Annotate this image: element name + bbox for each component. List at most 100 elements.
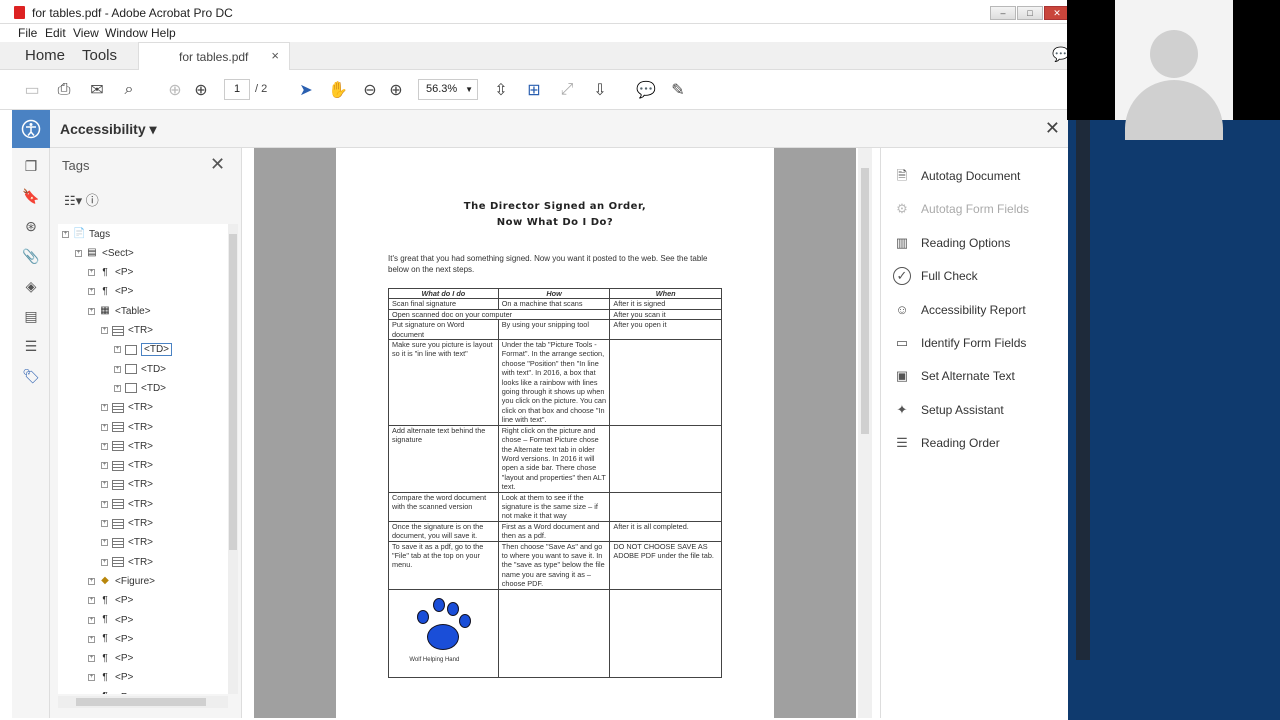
attachment-icon[interactable]: 📎 xyxy=(22,248,40,266)
expand-icon[interactable]: + xyxy=(88,269,95,277)
zoom-select[interactable]: 56.3% ▼ xyxy=(418,79,478,100)
full-screen-icon[interactable]: ⤢ xyxy=(557,80,577,100)
tab-document[interactable]: for tables.pdf × xyxy=(138,42,290,71)
comment-tool-icon[interactable]: 💬 xyxy=(636,80,656,100)
pen-tool-icon[interactable]: ✎ xyxy=(668,80,688,100)
expand-icon[interactable]: + xyxy=(101,539,108,547)
email-icon[interactable]: ✉ xyxy=(87,80,107,100)
expand-icon[interactable]: + xyxy=(101,558,108,566)
tag-node[interactable]: + <TR> xyxy=(101,458,153,474)
tag-node[interactable]: + <TR> xyxy=(101,535,153,551)
tag-node[interactable]: + <TR> xyxy=(101,516,153,532)
expand-icon[interactable]: + xyxy=(101,327,108,334)
close-tab-icon[interactable]: × xyxy=(271,48,279,63)
menu-file[interactable]: File xyxy=(18,26,37,40)
expand-icon[interactable]: + xyxy=(101,500,108,508)
scroll-mode-icon[interactable]: ⇩ xyxy=(590,80,610,100)
search-icon[interactable]: ⌕ xyxy=(119,80,139,100)
tag-node[interactable]: +¶<P> xyxy=(88,631,133,647)
expand-icon[interactable]: + xyxy=(88,577,95,585)
zoom-in-icon[interactable]: ⊕ xyxy=(386,80,406,100)
tag-node[interactable]: +¶<P> xyxy=(88,593,133,609)
layers-icon[interactable]: ◈ xyxy=(22,278,40,296)
accessibility-check-icon[interactable]: ⊛ xyxy=(22,218,40,236)
tag-node[interactable]: +¶<P> xyxy=(88,670,133,686)
expand-icon[interactable]: + xyxy=(114,384,121,392)
zoom-out-icon[interactable]: ⊖ xyxy=(360,80,380,100)
tab-home[interactable]: Home xyxy=(25,47,65,64)
close-tool-icon[interactable]: ✕ xyxy=(1045,118,1060,139)
tags-icon[interactable]: 🏷 xyxy=(22,368,40,386)
tag-node[interactable]: + <TR> xyxy=(101,477,153,493)
select-tool-icon[interactable]: ➤ xyxy=(296,80,316,100)
menu-help[interactable]: Help xyxy=(151,26,176,40)
tag-node[interactable]: +¶<P> xyxy=(88,689,133,694)
expand-icon[interactable]: + xyxy=(88,674,95,682)
tree-horizontal-scrollbar[interactable] xyxy=(58,696,228,708)
expand-icon[interactable]: + xyxy=(75,249,82,257)
tool-item[interactable]: ✓ Full Check xyxy=(893,266,978,286)
print-icon[interactable]: ⎙ xyxy=(54,80,74,100)
tag-node[interactable]: +¶<P> xyxy=(88,651,133,667)
tag-node[interactable]: + <TD> xyxy=(114,361,166,377)
expand-icon[interactable]: + xyxy=(88,616,95,624)
expand-icon[interactable]: + xyxy=(62,230,69,238)
tool-item[interactable]: ▣ Set Alternate Text xyxy=(893,366,1015,386)
minimize-button[interactable]: ‒ xyxy=(990,6,1016,20)
expand-icon[interactable]: + xyxy=(101,520,108,527)
expand-icon[interactable]: + xyxy=(101,404,108,412)
scroll-thumb[interactable] xyxy=(76,698,206,706)
maximize-button[interactable]: □ xyxy=(1017,6,1043,20)
tree-vertical-scrollbar[interactable] xyxy=(228,224,238,694)
bookmark-icon[interactable]: 🔖 xyxy=(22,188,40,206)
expand-icon[interactable]: + xyxy=(101,481,108,489)
page-thumbnails-icon[interactable]: ❐ xyxy=(22,158,40,176)
tool-item[interactable]: ▭ Identify Form Fields xyxy=(893,333,1027,353)
content-icon[interactable]: ▤ xyxy=(22,308,40,326)
expand-icon[interactable]: + xyxy=(88,597,95,605)
tag-node[interactable]: + <TR> xyxy=(101,400,153,416)
tag-node[interactable]: + ▤ <Sect> xyxy=(75,245,134,261)
expand-icon[interactable]: + xyxy=(88,655,95,663)
tag-node[interactable]: + <TR> xyxy=(101,554,153,570)
expand-icon[interactable]: + xyxy=(101,462,108,470)
expand-icon[interactable]: + xyxy=(101,423,108,431)
previous-page-icon[interactable]: ⊕ xyxy=(165,80,185,100)
close-panel-icon[interactable]: ✕ xyxy=(210,154,225,175)
scroll-thumb[interactable] xyxy=(229,234,237,550)
tag-node[interactable]: + <TR> xyxy=(101,438,153,454)
expand-icon[interactable]: + xyxy=(101,442,108,450)
tag-node[interactable]: +¶<P> xyxy=(88,612,133,628)
tag-node[interactable]: + <TD> xyxy=(114,342,173,358)
tool-item[interactable]: ☰ Reading Order xyxy=(893,433,1000,453)
expand-icon[interactable]: + xyxy=(88,288,95,296)
tool-item[interactable]: ☺ Accessibility Report xyxy=(893,300,1025,320)
next-page-icon[interactable]: ⊕ xyxy=(191,80,211,100)
options-menu-icon[interactable]: ☷▾ ⓘ xyxy=(64,190,99,209)
menu-window[interactable]: Window xyxy=(105,26,148,40)
tag-node[interactable]: +¶<P> xyxy=(88,265,133,281)
save-icon[interactable]: ▭ xyxy=(22,80,42,100)
page-number-input[interactable]: 1 xyxy=(224,79,250,100)
order-icon[interactable]: ☰ xyxy=(22,338,40,356)
menu-view[interactable]: View xyxy=(73,26,99,40)
menu-edit[interactable]: Edit xyxy=(45,26,66,40)
tag-node[interactable]: + <TR> xyxy=(101,323,153,339)
expand-icon[interactable]: + xyxy=(114,346,121,354)
tool-item[interactable]: ✦ Setup Assistant xyxy=(893,400,1004,420)
tag-node[interactable]: + <TD> xyxy=(114,380,166,396)
tab-tools[interactable]: Tools xyxy=(82,47,117,64)
expand-icon[interactable]: + xyxy=(114,365,121,373)
tool-item[interactable]: ▥ Reading Options xyxy=(893,233,1011,253)
accessibility-title[interactable]: Accessibility ▾ xyxy=(60,121,157,138)
tag-node[interactable]: + ▦ <Table> xyxy=(88,303,151,319)
document-vertical-scrollbar[interactable] xyxy=(858,148,872,718)
fit-width-icon[interactable]: ⊞ xyxy=(524,80,544,100)
tag-node[interactable]: + <TR> xyxy=(101,419,153,435)
tag-node[interactable]: +¶<P> xyxy=(88,284,133,300)
tag-node[interactable]: + <TR> xyxy=(101,496,153,512)
expand-icon[interactable]: + xyxy=(88,307,95,315)
hand-tool-icon[interactable]: ✋ xyxy=(328,80,348,100)
fit-page-icon[interactable]: ⇳ xyxy=(491,80,511,100)
tool-item[interactable]: 🗎 Autotag Document xyxy=(893,166,1021,186)
